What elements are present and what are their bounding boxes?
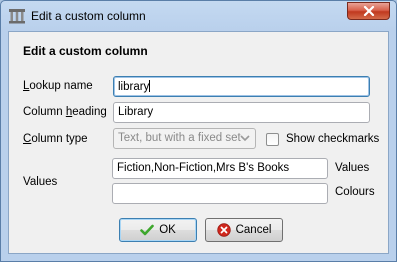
column-type-value: Text, but with a fixed set (118, 132, 241, 144)
values-label: Values (23, 176, 58, 188)
cancel-button[interactable]: Cancel (205, 218, 283, 242)
values-side-label: Values (335, 162, 370, 174)
calibre-library-icon (8, 8, 26, 24)
lookup-name-label: Lookup name (23, 80, 93, 92)
column-heading-input[interactable]: Library (113, 102, 370, 123)
column-heading-label: Column heading (23, 106, 107, 118)
close-button[interactable] (347, 2, 390, 20)
window-title: Edit a custom column (31, 9, 146, 23)
checkmark-icon (140, 224, 154, 236)
cancel-label: Cancel (235, 224, 272, 236)
column-type-label: Column type (23, 133, 88, 145)
chevron-down-icon (240, 135, 250, 142)
colours-input[interactable] (112, 183, 328, 204)
values-input[interactable]: Fiction,Non-Fiction,Mrs B's Books (112, 158, 328, 179)
show-checkmarks-label: Show checkmarks (286, 133, 380, 145)
ok-label: OK (159, 224, 176, 236)
column-type-select[interactable]: Text, but with a fixed set (113, 128, 256, 149)
colours-side-label: Colours (335, 186, 375, 198)
dialog-window: Edit a custom column Edit a custom colum… (0, 0, 397, 262)
form-heading: Edit a custom column (23, 44, 148, 58)
show-checkmarks-checkbox[interactable] (266, 133, 279, 146)
cancel-icon (216, 223, 231, 237)
close-icon (363, 6, 374, 16)
title-bar[interactable]: Edit a custom column (1, 1, 396, 31)
lookup-name-input[interactable]: library (113, 76, 370, 97)
ok-button[interactable]: OK (119, 218, 197, 242)
dialog-body: Edit a custom column Lookup name library… (8, 31, 389, 254)
